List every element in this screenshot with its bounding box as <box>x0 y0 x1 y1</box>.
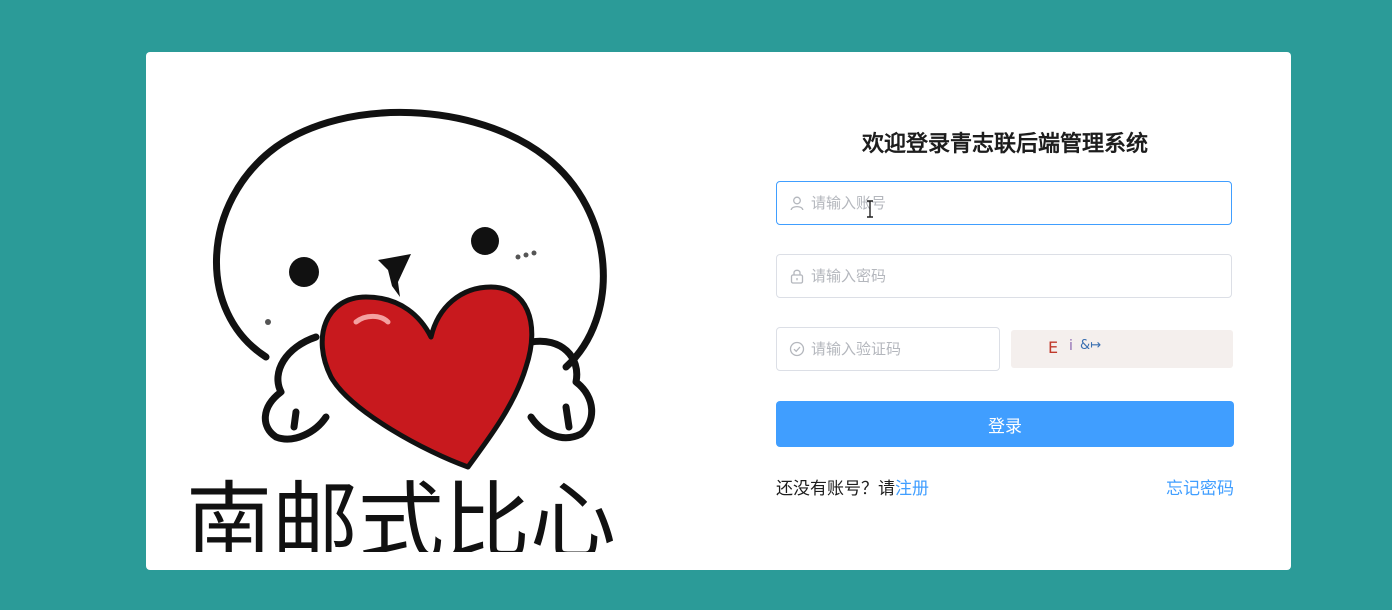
captcha-char: E <box>1048 338 1059 357</box>
login-card: 南邮式比心 欢迎登录青志联后端管理系统 E i &↦ 登录 还没有账号？请 <box>146 52 1291 570</box>
art-caption: 南邮式比心 <box>186 475 616 552</box>
lock-icon <box>790 269 804 284</box>
forgot-password-link[interactable]: 忘记密码 <box>1166 474 1234 499</box>
text-cursor-icon <box>867 200 873 218</box>
left-eye <box>289 257 319 287</box>
heart-mascot-illustration: 南邮式比心 <box>186 108 616 552</box>
captcha-char: i <box>1069 338 1073 354</box>
username-field[interactable] <box>776 181 1232 225</box>
mouth <box>378 254 411 297</box>
password-field[interactable] <box>776 254 1232 298</box>
heart-shape <box>319 284 535 470</box>
login-button[interactable]: 登录 <box>776 401 1234 447</box>
login-footer: 还没有账号？请注册 忘记密码 <box>776 474 1234 499</box>
register-link[interactable]: 注册 <box>895 479 929 499</box>
captcha-input[interactable] <box>811 328 989 370</box>
register-prompt: 还没有账号？请 <box>776 479 895 499</box>
captcha-field[interactable] <box>776 327 1000 371</box>
check-circle-icon <box>789 341 805 357</box>
right-eye <box>471 227 499 255</box>
password-input[interactable] <box>811 255 1221 297</box>
captcha-image[interactable]: E i &↦ <box>1011 330 1233 368</box>
captcha-char: &↦ <box>1080 338 1102 353</box>
user-icon <box>790 196 804 211</box>
login-title: 欢迎登录青志联后端管理系统 <box>861 132 1148 157</box>
